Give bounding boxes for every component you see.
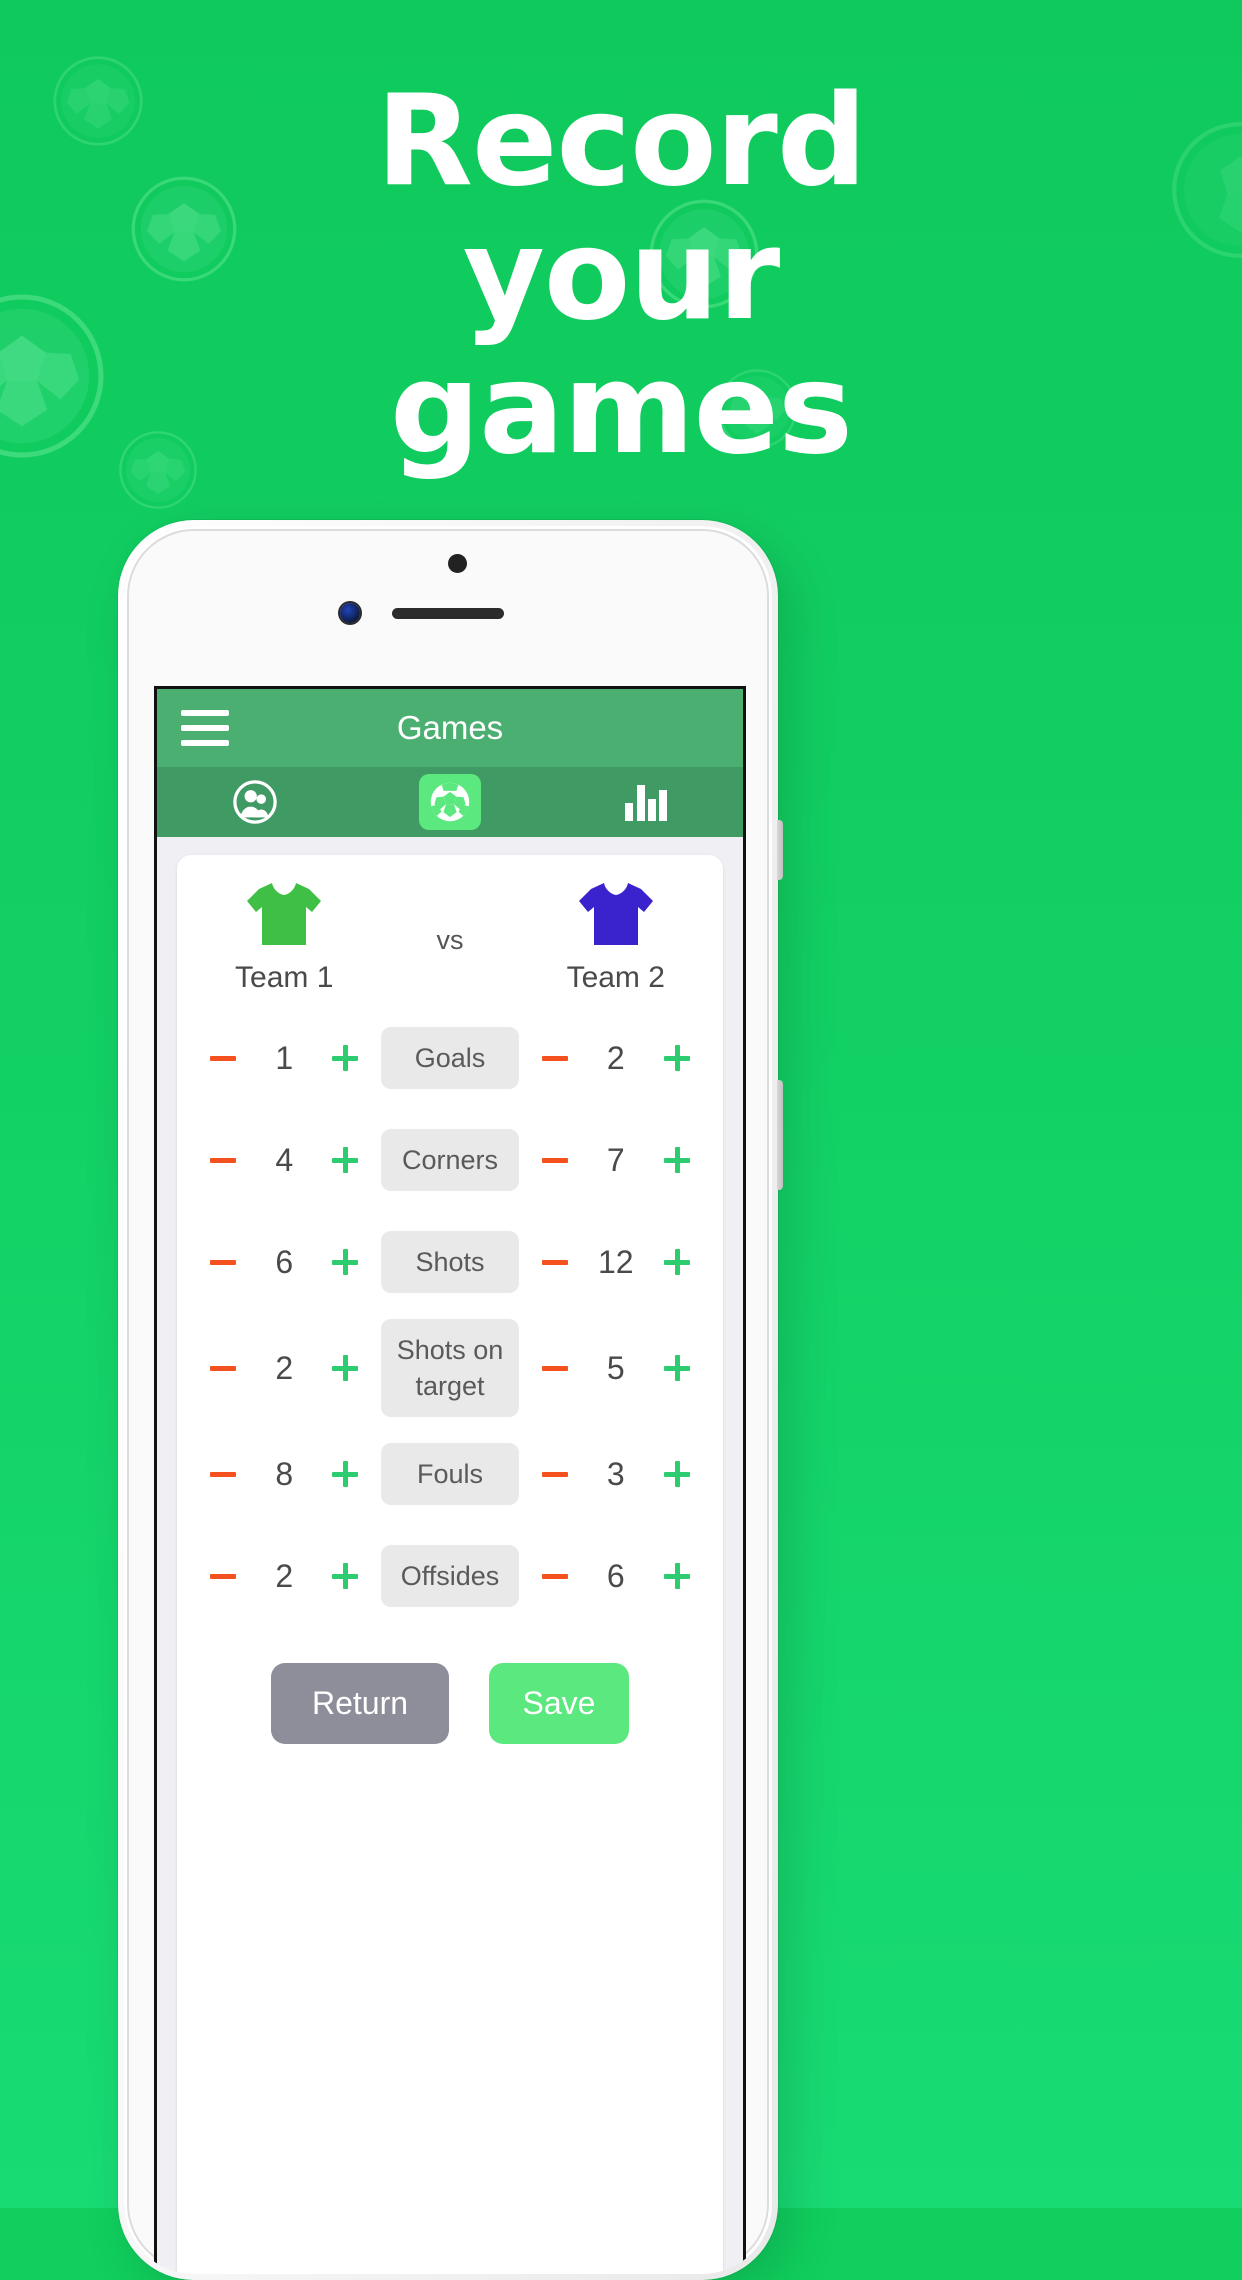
home-value: 2 bbox=[275, 1557, 294, 1594]
away-value: 2 bbox=[606, 1039, 625, 1076]
stat-row: 1 Goals 2 bbox=[191, 1007, 709, 1109]
stat-row: 8 Fouls 3 bbox=[191, 1423, 709, 1525]
away-stepper: 6 bbox=[523, 1550, 709, 1602]
minus-icon[interactable] bbox=[529, 1236, 581, 1288]
earpiece-speaker-icon bbox=[392, 608, 504, 619]
tab-teams[interactable] bbox=[157, 767, 352, 837]
games-content: Team 1 vs Team 2 1 Goals 2 4 Corners 7 6… bbox=[157, 837, 743, 2274]
tab-games[interactable] bbox=[352, 767, 547, 837]
match-stats-card: Team 1 vs Team 2 1 Goals 2 4 Corners 7 6… bbox=[177, 855, 723, 2274]
home-team: Team 1 bbox=[191, 879, 377, 995]
away-stepper: 3 bbox=[523, 1448, 709, 1500]
plus-icon[interactable] bbox=[651, 1236, 703, 1288]
plus-icon[interactable] bbox=[651, 1448, 703, 1500]
tab-bar bbox=[157, 767, 743, 837]
minus-icon[interactable] bbox=[529, 1032, 581, 1084]
plus-icon[interactable] bbox=[319, 1342, 371, 1394]
home-stepper: 8 bbox=[191, 1448, 377, 1500]
home-value: 8 bbox=[275, 1455, 294, 1492]
return-button[interactable]: Return bbox=[271, 1663, 449, 1744]
home-stepper: 6 bbox=[191, 1236, 377, 1288]
minus-icon[interactable] bbox=[529, 1550, 581, 1602]
jersey-icon bbox=[523, 879, 709, 949]
away-team: Team 2 bbox=[523, 879, 709, 995]
away-value: 3 bbox=[606, 1455, 625, 1492]
headline-line-3: games bbox=[390, 335, 853, 482]
home-stepper: 1 bbox=[191, 1032, 377, 1084]
plus-icon[interactable] bbox=[651, 1032, 703, 1084]
away-value: 7 bbox=[606, 1141, 625, 1178]
away-value: 5 bbox=[606, 1349, 625, 1386]
phone-mockup: Games Team 1 vs Team 2 1 Goals 2 4 Corne… bbox=[118, 520, 783, 2280]
plus-icon[interactable] bbox=[319, 1448, 371, 1500]
teams-header: Team 1 vs Team 2 bbox=[191, 873, 709, 1007]
phone-body: Games Team 1 vs Team 2 1 Goals 2 4 Corne… bbox=[124, 526, 772, 2274]
phone-side-button bbox=[777, 820, 783, 880]
stat-label: Offsides bbox=[381, 1545, 519, 1607]
minus-icon[interactable] bbox=[197, 1032, 249, 1084]
soccer-ball-icon bbox=[428, 780, 472, 824]
phone-side-button bbox=[777, 1080, 783, 1190]
plus-icon[interactable] bbox=[651, 1134, 703, 1186]
vs-label: vs bbox=[436, 925, 464, 955]
stat-label: Shots on target bbox=[381, 1319, 519, 1417]
promo-headline: Record your games bbox=[0, 78, 1242, 472]
away-value: 6 bbox=[606, 1557, 625, 1594]
stat-label: Goals bbox=[381, 1027, 519, 1089]
plus-icon[interactable] bbox=[319, 1032, 371, 1084]
save-button[interactable]: Save bbox=[489, 1663, 629, 1744]
stat-label: Fouls bbox=[381, 1443, 519, 1505]
minus-icon[interactable] bbox=[197, 1550, 249, 1602]
hamburger-menu-icon[interactable] bbox=[181, 710, 229, 746]
minus-icon[interactable] bbox=[529, 1134, 581, 1186]
minus-icon[interactable] bbox=[197, 1236, 249, 1288]
home-value: 2 bbox=[275, 1349, 294, 1386]
tab-games-box bbox=[418, 774, 481, 830]
app-bar: Games bbox=[157, 689, 743, 767]
minus-icon[interactable] bbox=[529, 1448, 581, 1500]
people-icon bbox=[232, 779, 278, 825]
minus-icon[interactable] bbox=[197, 1448, 249, 1500]
jersey-icon bbox=[191, 879, 377, 949]
stat-label: Corners bbox=[381, 1129, 519, 1191]
minus-icon[interactable] bbox=[529, 1342, 581, 1394]
bar-chart-icon bbox=[623, 781, 668, 823]
stat-row: 2 Shots on target 5 bbox=[191, 1313, 709, 1423]
home-value: 4 bbox=[275, 1141, 294, 1178]
phone-screen: Games Team 1 vs Team 2 1 Goals 2 4 Corne… bbox=[154, 686, 746, 2274]
tab-teams-box bbox=[224, 774, 286, 830]
plus-icon[interactable] bbox=[319, 1134, 371, 1186]
home-value: 1 bbox=[275, 1039, 294, 1076]
stat-row: 2 Offsides 6 bbox=[191, 1525, 709, 1627]
away-stepper: 12 bbox=[523, 1236, 709, 1288]
minus-icon[interactable] bbox=[197, 1342, 249, 1394]
page-title: Games bbox=[396, 709, 504, 746]
home-stepper: 2 bbox=[191, 1550, 377, 1602]
stat-row: 6 Shots 12 bbox=[191, 1211, 709, 1313]
headline-line-1: Record bbox=[375, 67, 867, 214]
action-buttons: Return Save bbox=[191, 1627, 709, 1744]
away-team-name: Team 2 bbox=[566, 961, 665, 994]
plus-icon[interactable] bbox=[651, 1550, 703, 1602]
away-value: 12 bbox=[597, 1243, 634, 1280]
plus-icon[interactable] bbox=[651, 1342, 703, 1394]
home-stepper: 4 bbox=[191, 1134, 377, 1186]
stat-label: Shots bbox=[381, 1231, 519, 1293]
headline-line-2: your bbox=[462, 201, 781, 348]
plus-icon[interactable] bbox=[319, 1236, 371, 1288]
front-camera-icon bbox=[340, 603, 360, 623]
home-stepper: 2 bbox=[191, 1342, 377, 1394]
away-stepper: 5 bbox=[523, 1342, 709, 1394]
tab-stats-box bbox=[614, 774, 676, 830]
tab-stats[interactable] bbox=[548, 767, 743, 837]
away-stepper: 7 bbox=[523, 1134, 709, 1186]
stat-row: 4 Corners 7 bbox=[191, 1109, 709, 1211]
minus-icon[interactable] bbox=[197, 1134, 249, 1186]
proximity-sensor-icon bbox=[448, 554, 467, 573]
home-value: 6 bbox=[275, 1243, 294, 1280]
home-team-name: Team 1 bbox=[235, 961, 334, 994]
plus-icon[interactable] bbox=[319, 1550, 371, 1602]
away-stepper: 2 bbox=[523, 1032, 709, 1084]
